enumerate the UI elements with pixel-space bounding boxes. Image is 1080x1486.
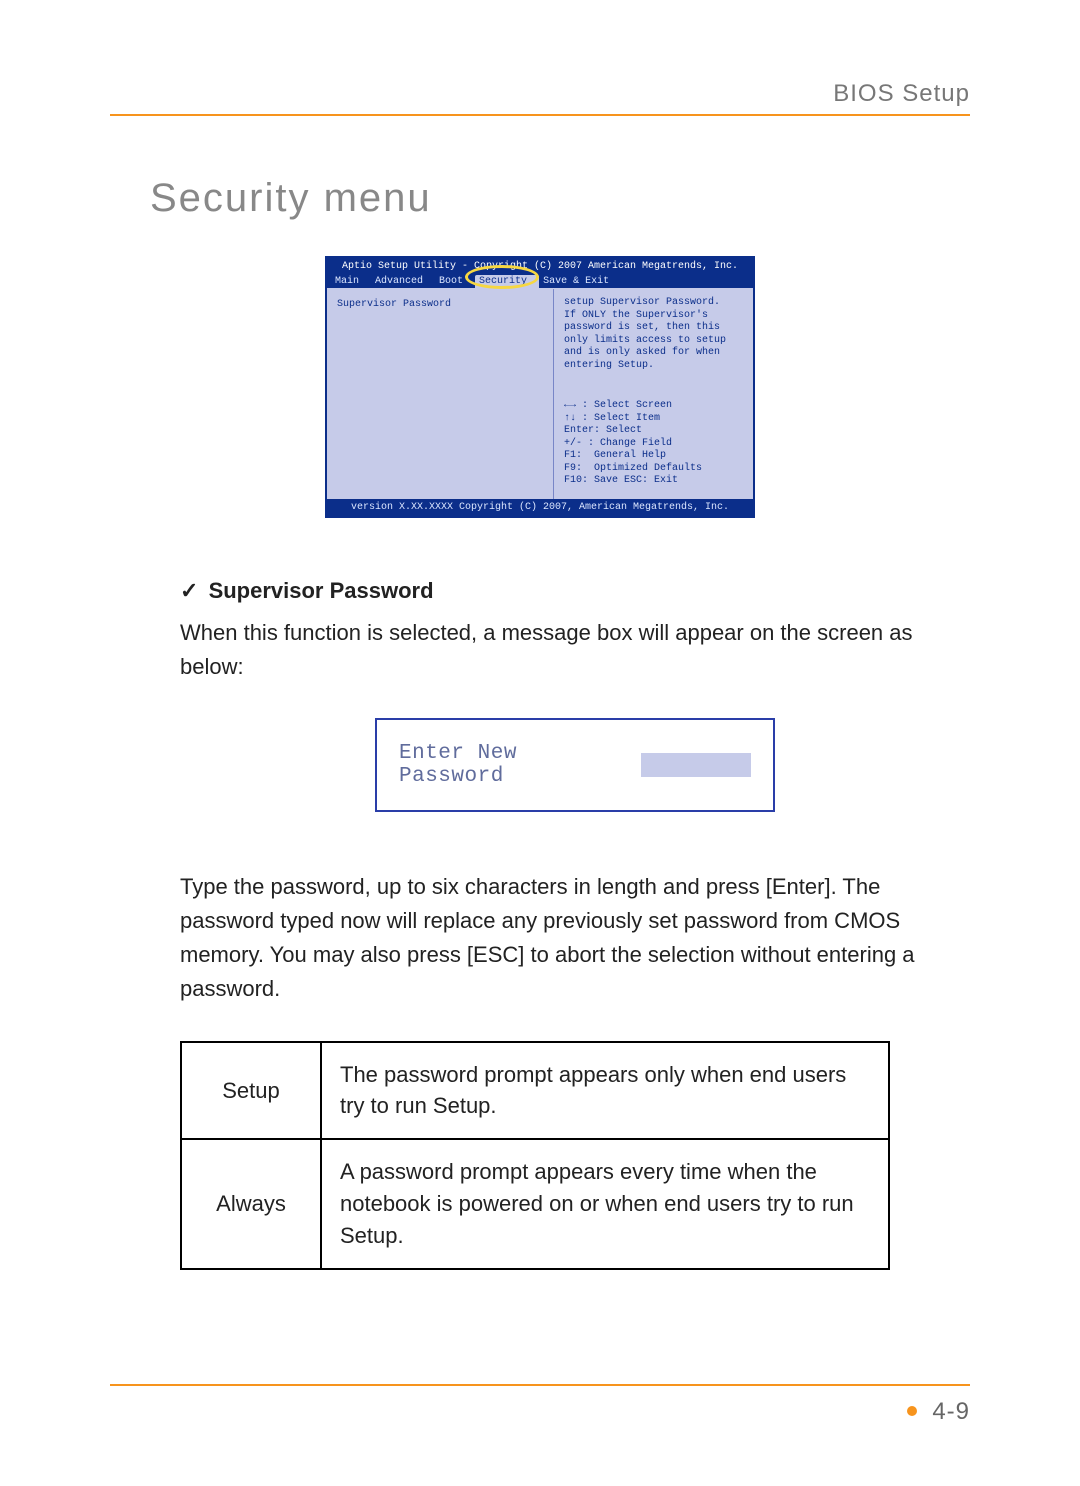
bios-tab-main[interactable]: Main <box>331 275 371 288</box>
feature-heading-text: Supervisor Password <box>209 578 434 603</box>
options-table: Setup The password prompt appears only w… <box>180 1041 890 1270</box>
bios-tab-security[interactable]: Security <box>475 275 539 288</box>
bios-tab-security-label: Security <box>479 276 527 287</box>
header-rule <box>110 114 970 116</box>
bios-item-supervisor-password[interactable]: Supervisor Password <box>337 299 543 310</box>
bios-key-general-help: F1: General Help <box>564 450 743 463</box>
bios-key-change-field: +/- : Change Field <box>564 438 743 451</box>
bios-key-select-screen: ←→ : Select Screen <box>564 400 743 413</box>
bios-screenshot: Aptio Setup Utility - Copyright (C) 2007… <box>325 256 755 518</box>
bullet-icon <box>907 1406 917 1416</box>
page: BIOS Setup Security menu Aptio Setup Uti… <box>0 0 1080 1486</box>
bios-key-select-item: ↑↓ : Select Item <box>564 413 743 426</box>
page-number: 4-9 <box>932 1398 970 1425</box>
section-title: Security menu <box>150 176 970 221</box>
table-row: Setup The password prompt appears only w… <box>181 1042 889 1140</box>
bios-tab-advanced[interactable]: Advanced <box>371 275 435 288</box>
bios-key-hints: ←→ : Select Screen ↑↓ : Select Item Ente… <box>564 400 743 488</box>
page-footer: 4-9 <box>110 1384 970 1426</box>
option-key-setup: Setup <box>181 1042 321 1140</box>
password-prompt-label: Enter New Password <box>399 742 611 788</box>
password-input-placeholder[interactable] <box>641 753 751 777</box>
content: ✓ Supervisor Password When this function… <box>180 578 970 1270</box>
bios-help-text: setup Supervisor Password. If ONLY the S… <box>564 297 743 372</box>
feature-paragraph-2: Type the password, up to six characters … <box>180 870 970 1006</box>
password-prompt-box: Enter New Password <box>375 718 775 812</box>
check-icon: ✓ <box>180 578 198 603</box>
bios-footer: version X.XX.XXXX Copyright (C) 2007, Am… <box>327 499 753 516</box>
bios-key-optimized-defaults: F9: Optimized Defaults <box>564 463 743 476</box>
bios-key-enter: Enter: Select <box>564 425 743 438</box>
feature-paragraph-1: When this function is selected, a messag… <box>180 616 970 684</box>
bios-header: Aptio Setup Utility - Copyright (C) 2007… <box>327 258 753 273</box>
bios-window: Aptio Setup Utility - Copyright (C) 2007… <box>325 256 755 518</box>
option-desc-setup: The password prompt appears only when en… <box>321 1042 889 1140</box>
bios-left-pane: Supervisor Password <box>327 289 554 499</box>
header-section-label: BIOS Setup <box>110 80 970 108</box>
table-row: Always A password prompt appears every t… <box>181 1139 889 1269</box>
bios-key-save-exit: F10: Save ESC: Exit <box>564 475 743 488</box>
option-key-always: Always <box>181 1139 321 1269</box>
bios-body: Supervisor Password setup Supervisor Pas… <box>327 288 753 499</box>
feature-heading: ✓ Supervisor Password <box>180 578 970 604</box>
bios-tabs: Main Advanced Boot Security Save & Exit <box>327 273 753 288</box>
option-desc-always: A password prompt appears every time whe… <box>321 1139 889 1269</box>
bios-tab-save-exit[interactable]: Save & Exit <box>539 275 621 288</box>
bios-tab-boot[interactable]: Boot <box>435 275 475 288</box>
bios-right-pane: setup Supervisor Password. If ONLY the S… <box>554 289 753 499</box>
